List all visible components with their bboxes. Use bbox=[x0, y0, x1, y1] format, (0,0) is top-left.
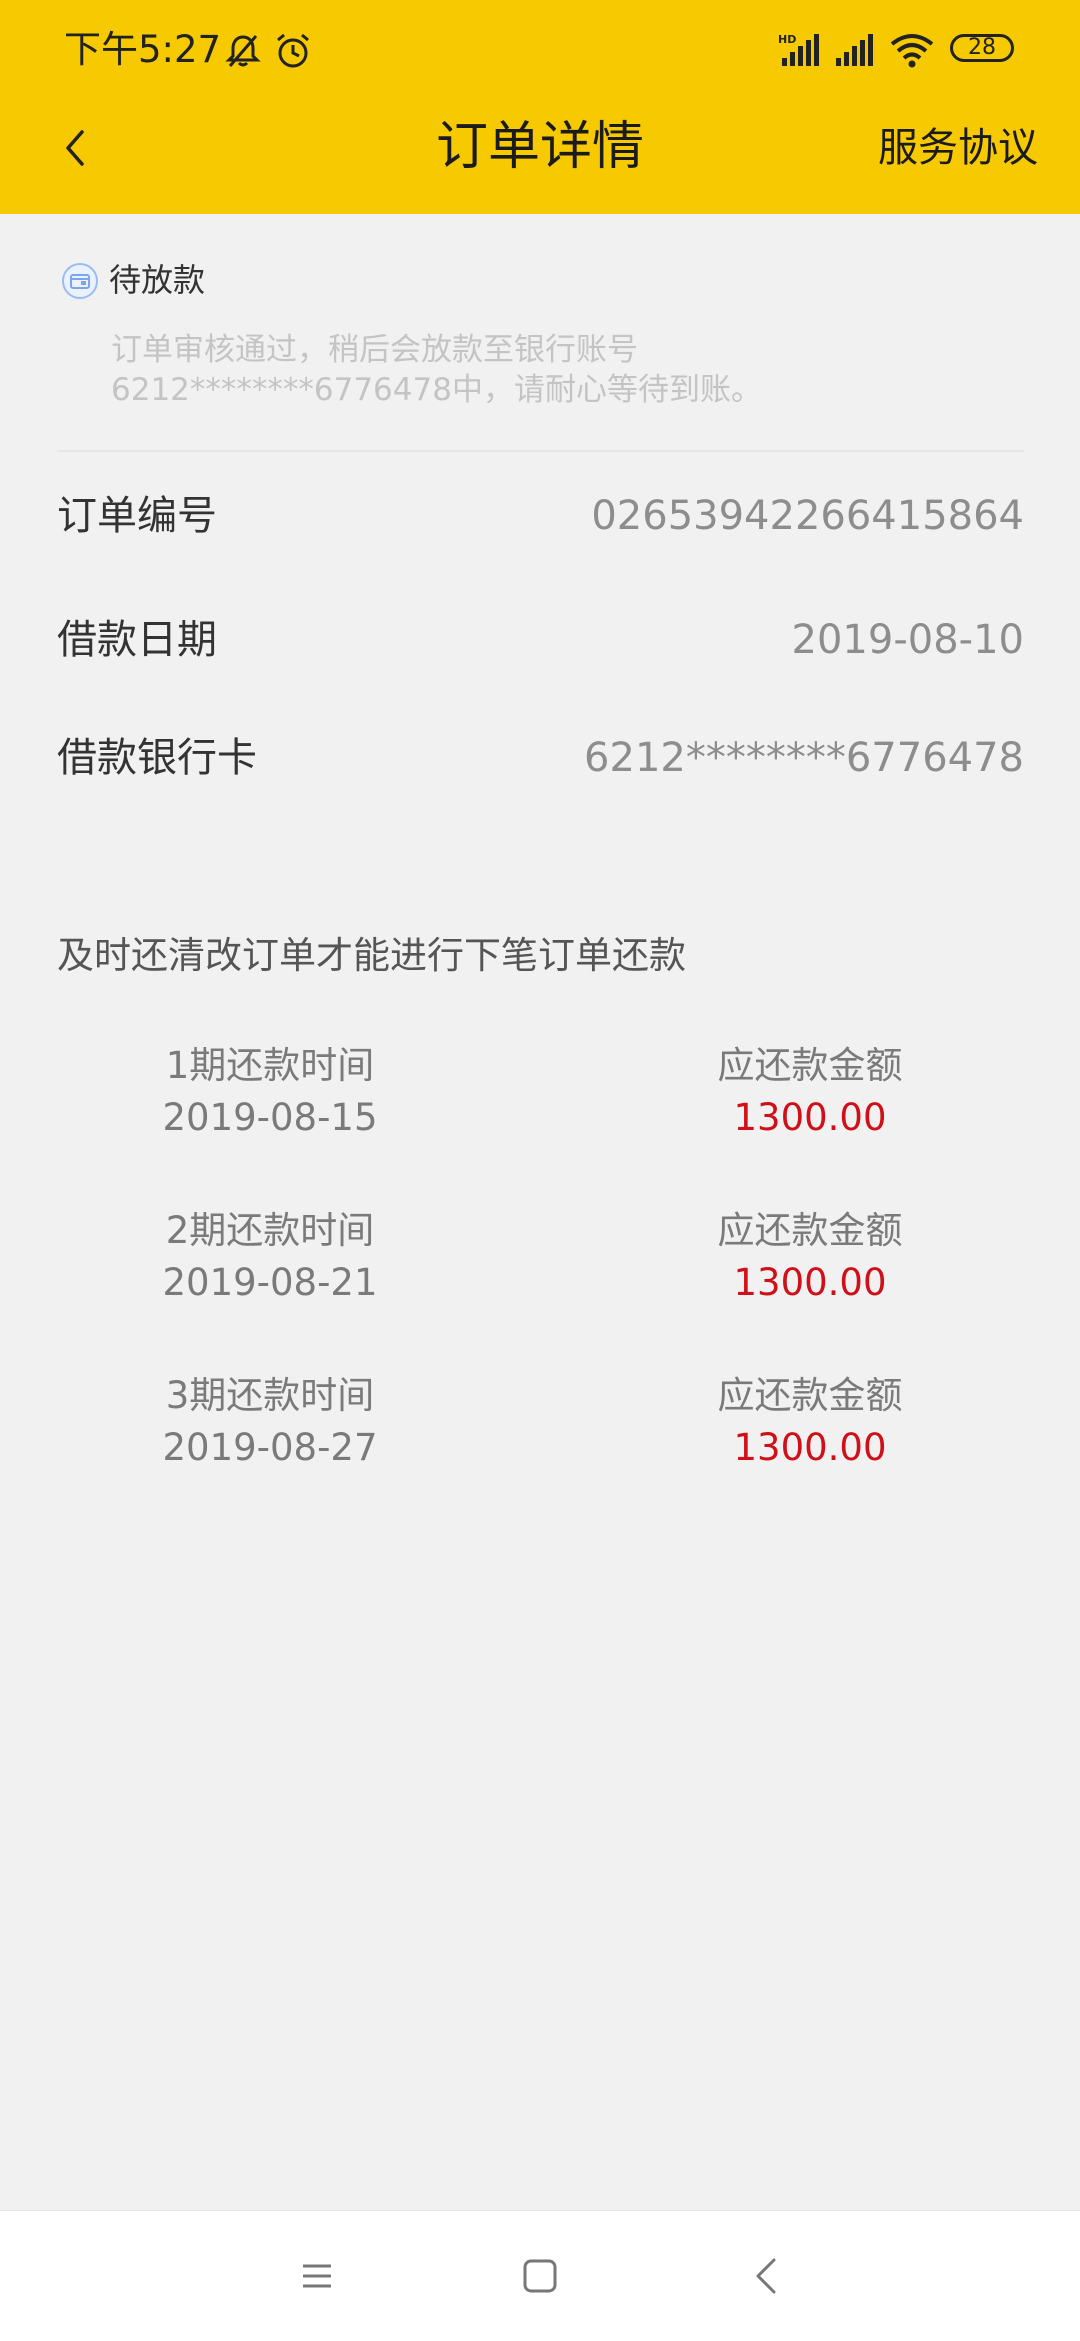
service-agreement-link[interactable]: 服务协议 bbox=[878, 120, 1038, 176]
plan-2-amount: 应还款金额 1300.00 bbox=[630, 1205, 990, 1309]
silent-bell-icon bbox=[225, 35, 261, 67]
system-navigation-bar bbox=[0, 2210, 1080, 2341]
hd-signal-icon: HD bbox=[778, 33, 819, 66]
plan-amount-label: 应还款金额 bbox=[717, 1374, 903, 1417]
status-time: 下午5:27 bbox=[64, 28, 222, 71]
loan-date-label: 借款日期 bbox=[57, 617, 217, 663]
wallet-icon bbox=[62, 263, 98, 299]
order-number-label: 订单编号 bbox=[57, 493, 217, 539]
signal-icon bbox=[836, 34, 873, 66]
loan-date-row: 借款日期 2019-08-10 bbox=[57, 610, 1024, 670]
loan-date-value: 2019-08-10 bbox=[791, 617, 1024, 663]
order-status-label: 待放款 bbox=[109, 261, 206, 299]
alarm-icon bbox=[277, 33, 309, 68]
repayment-notice: 及时还清改订单才能进行下笔订单还款 bbox=[57, 934, 686, 977]
plan-3-amount: 应还款金额 1300.00 bbox=[630, 1370, 990, 1474]
status-bar: 下午5:27 HD 28 bbox=[0, 0, 1080, 100]
order-number-row: 订单编号 02653942266415864 bbox=[57, 486, 1024, 546]
plan-date: 2019-08-21 bbox=[162, 1261, 378, 1304]
plan-3-time: 3期还款时间 2019-08-27 bbox=[90, 1370, 450, 1474]
divider bbox=[57, 450, 1024, 452]
plan-amount: 1300.00 bbox=[733, 1426, 887, 1469]
bank-card-value: 6212********6776478 bbox=[584, 735, 1024, 781]
svg-text:HD: HD bbox=[778, 33, 796, 46]
plan-1-time: 1期还款时间 2019-08-15 bbox=[90, 1040, 450, 1144]
plan-amount: 1300.00 bbox=[733, 1096, 887, 1139]
plan-time-label: 1期还款时间 bbox=[165, 1044, 375, 1087]
plan-amount: 1300.00 bbox=[733, 1261, 887, 1304]
wifi-icon bbox=[890, 34, 934, 68]
plan-amount-label: 应还款金额 bbox=[717, 1209, 903, 1252]
plan-date: 2019-08-15 bbox=[162, 1096, 378, 1139]
home-icon[interactable] bbox=[520, 2256, 560, 2296]
plan-amount-label: 应还款金额 bbox=[717, 1044, 903, 1087]
bank-card-row: 借款银行卡 6212********6776478 bbox=[57, 728, 1024, 788]
back-icon[interactable] bbox=[748, 2256, 788, 2296]
order-status-section: 待放款 订单审核通过，稍后会放款至银行账号 6212********677647… bbox=[57, 250, 1024, 450]
bank-card-label: 借款银行卡 bbox=[57, 735, 257, 781]
plan-time-label: 3期还款时间 bbox=[165, 1374, 375, 1417]
order-status-description-line1: 订单审核通过，稍后会放款至银行账号 bbox=[111, 332, 638, 368]
plan-date: 2019-08-27 bbox=[162, 1426, 378, 1469]
plan-2-time: 2期还款时间 2019-08-21 bbox=[90, 1205, 450, 1309]
app-header: 下午5:27 HD 28 订单详情 服务协议 bbox=[0, 0, 1080, 214]
plan-1-amount: 应还款金额 1300.00 bbox=[630, 1040, 990, 1144]
menu-icon[interactable] bbox=[297, 2256, 337, 2296]
battery-icon: 28 bbox=[950, 34, 1014, 62]
order-status-description-line2: 6212********6776478中，请耐心等待到账。 bbox=[111, 372, 762, 408]
order-status-description: 订单审核通过，稍后会放款至银行账号 6212********6776478中，请… bbox=[111, 330, 911, 410]
order-number-value: 02653942266415864 bbox=[591, 493, 1024, 539]
plan-time-label: 2期还款时间 bbox=[165, 1209, 375, 1252]
